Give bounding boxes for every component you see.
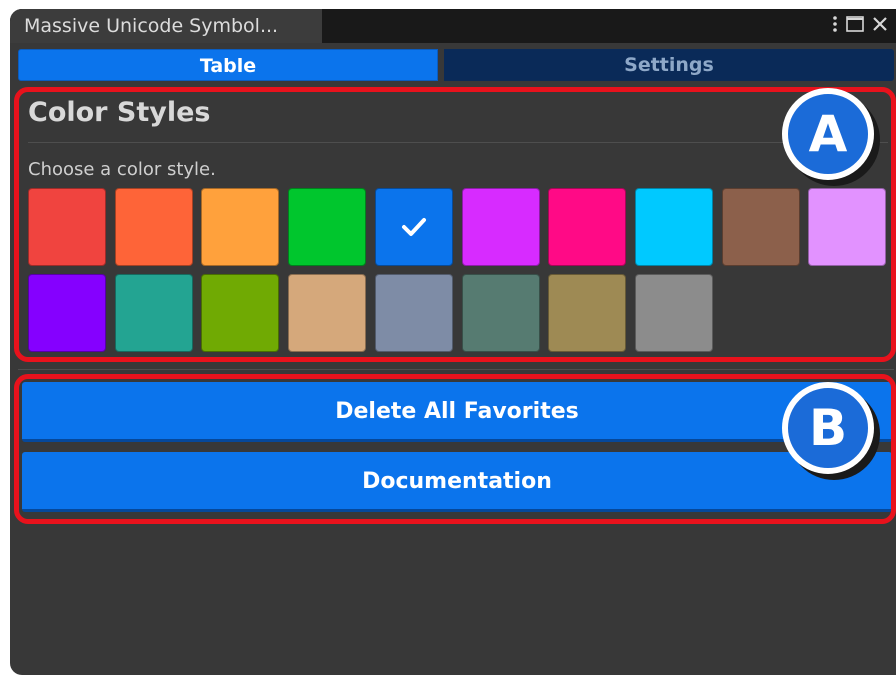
annotation-marker-b: B (782, 382, 874, 474)
editor-window: Massive Unicode Symbol... Table Settings… (10, 9, 896, 675)
color-swatch-17[interactable] (548, 274, 627, 352)
color-swatch-7[interactable] (548, 188, 627, 266)
title-bar: Massive Unicode Symbol... (10, 9, 896, 43)
color-swatch-16[interactable] (461, 274, 540, 352)
tab-bar: Table Settings (18, 49, 894, 81)
color-swatch-14[interactable] (288, 274, 367, 352)
section-divider-lower (18, 369, 894, 370)
color-styles-description: Choose a color style. (28, 159, 216, 180)
color-swatch-11[interactable] (28, 274, 106, 352)
color-swatch-2[interactable] (114, 188, 193, 266)
color-swatch-6[interactable] (461, 188, 540, 266)
color-swatch-1[interactable] (28, 188, 106, 266)
color-swatch-9[interactable] (721, 188, 800, 266)
color-swatch-3[interactable] (201, 188, 280, 266)
color-swatch-5[interactable] (374, 188, 453, 266)
documentation-button[interactable]: Documentation (22, 452, 892, 512)
color-swatch-4[interactable] (288, 188, 367, 266)
color-swatch-12[interactable] (114, 274, 193, 352)
section-divider (28, 142, 888, 143)
delete-all-favorites-button[interactable]: Delete All Favorites (22, 382, 892, 442)
color-swatch-grid (28, 188, 890, 354)
color-swatch-8[interactable] (634, 188, 713, 266)
checkmark-icon (401, 218, 426, 236)
color-swatch-15[interactable] (374, 274, 453, 352)
maximize-icon[interactable] (846, 16, 864, 32)
color-styles-heading: Color Styles (28, 97, 211, 128)
tab-settings[interactable]: Settings (444, 49, 894, 81)
close-icon[interactable] (872, 16, 888, 32)
window-title-tab[interactable]: Massive Unicode Symbol... (10, 9, 322, 43)
color-swatch-18[interactable] (634, 274, 713, 352)
window-controls (832, 9, 888, 39)
annotation-marker-a: A (782, 88, 874, 180)
kebab-menu-icon[interactable] (832, 15, 838, 33)
tab-table[interactable]: Table (18, 49, 438, 81)
color-swatch-13[interactable] (201, 274, 280, 352)
color-swatch-10[interactable] (808, 188, 887, 266)
